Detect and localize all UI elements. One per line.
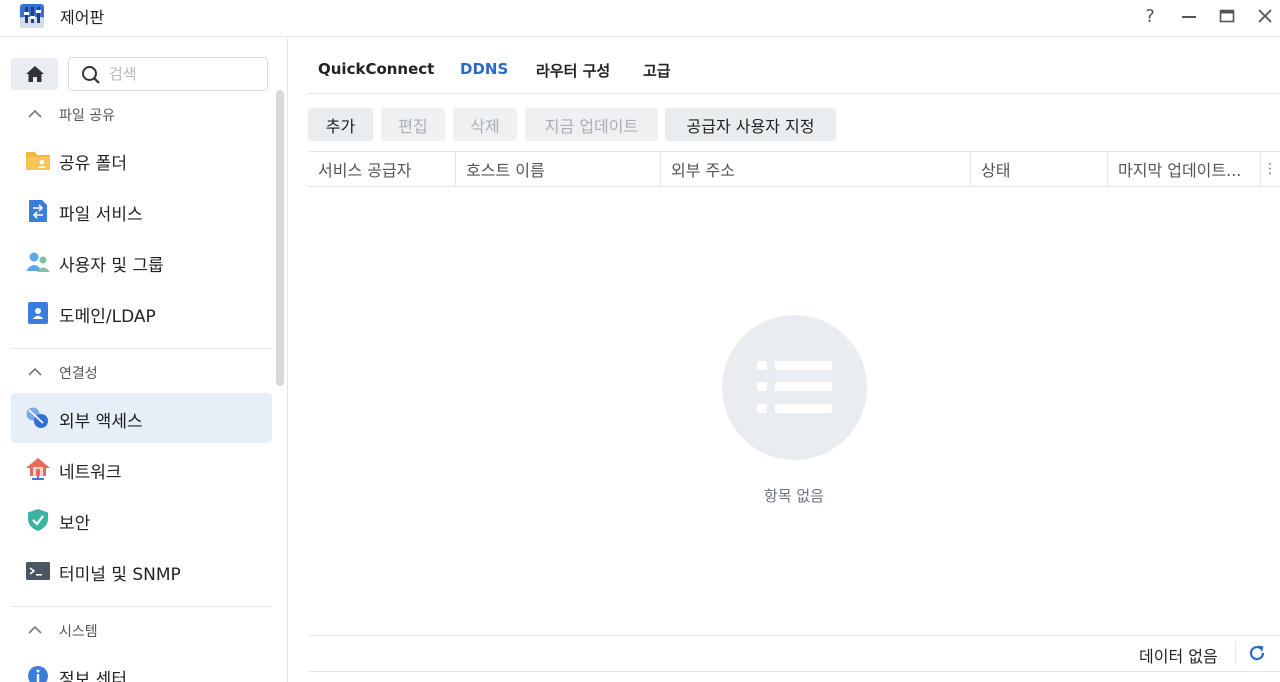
sidebar-item-users-groups[interactable]: 사용자 및 그룹 [11, 237, 272, 287]
home-button[interactable] [11, 58, 58, 90]
list-icon [757, 361, 832, 413]
tab-bar: QuickConnect DDNS 라우터 구성 고급 [308, 38, 1280, 94]
column-header-service-provider[interactable]: 서비스 공급자 [308, 152, 456, 186]
folder-share-icon [26, 152, 50, 170]
update-now-button[interactable]: 지금 업데이트 [525, 108, 658, 141]
sidebar-item-security[interactable]: 보안 [11, 495, 272, 545]
sidebar-item-network[interactable]: 네트워크 [11, 444, 272, 494]
chevron-up-icon [28, 107, 48, 123]
table-header: 서비스 공급자 호스트 이름 외부 주소 상태 마지막 업데이트... ⋮ [308, 151, 1280, 187]
column-header-hostname[interactable]: 호스트 이름 [456, 152, 661, 186]
delete-button[interactable]: 삭제 [453, 108, 517, 141]
sidebar-item-label: 도메인/LDAP [59, 307, 156, 327]
column-options-button[interactable]: ⋮ [1260, 152, 1280, 186]
add-button[interactable]: 추가 [308, 108, 373, 141]
column-header-status[interactable]: 상태 [971, 152, 1108, 186]
window-title: 제어판 [60, 8, 105, 27]
tab-advanced[interactable]: 고급 [643, 60, 671, 81]
column-header-external-address[interactable]: 외부 주소 [661, 152, 971, 186]
file-services-icon [29, 200, 47, 222]
info-icon [28, 666, 48, 682]
section-label: 연결성 [59, 366, 98, 382]
section-label: 시스템 [59, 624, 98, 640]
close-button[interactable] [1252, 4, 1278, 28]
edit-button[interactable]: 편집 [381, 108, 445, 141]
minimize-icon [1182, 16, 1196, 18]
footer-divider [308, 635, 1280, 636]
empty-state-text: 항목 없음 [764, 487, 824, 505]
sidebar-item-label: 네트워크 [59, 463, 122, 483]
sidebar-item-shared-folder[interactable]: 공유 폴더 [11, 135, 272, 185]
sidebar-item-label: 터미널 및 SNMP [59, 565, 181, 585]
sidebar-divider [11, 606, 272, 607]
chevron-up-icon [28, 623, 48, 639]
search-input[interactable] [109, 63, 259, 85]
search-icon [82, 66, 100, 84]
section-label: 파일 공유 [59, 108, 115, 124]
section-header-system[interactable]: 시스템 [28, 619, 98, 643]
empty-state-illustration [722, 315, 867, 460]
external-access-icon [26, 407, 48, 428]
help-button[interactable]: ? [1137, 4, 1163, 28]
home-icon [25, 66, 44, 82]
sidebar-item-label: 외부 액세스 [59, 412, 143, 432]
security-shield-icon [28, 509, 48, 531]
sidebar-scrollbar[interactable] [276, 90, 284, 386]
title-bar: 제어판 ? [0, 0, 1280, 37]
footer-bottom-divider [308, 671, 1280, 672]
sidebar-item-label: 정보 센터 [59, 670, 127, 682]
tab-quickconnect[interactable]: QuickConnect [318, 60, 434, 78]
sidebar-item-label: 보안 [59, 514, 91, 534]
sidebar-item-terminal-snmp[interactable]: 터미널 및 SNMP [11, 546, 272, 596]
refresh-icon[interactable] [1247, 643, 1267, 663]
sidebar-item-label: 사용자 및 그룹 [59, 256, 164, 276]
maximize-button[interactable] [1214, 4, 1240, 28]
search-box[interactable] [68, 57, 268, 91]
maximize-icon [1219, 9, 1235, 23]
terminal-icon [26, 562, 50, 580]
sidebar-item-label: 파일 서비스 [59, 205, 143, 225]
tab-router-config[interactable]: 라우터 구성 [536, 60, 610, 81]
sidebar-item-domain-ldap[interactable]: 도메인/LDAP [11, 288, 272, 338]
section-header-connectivity[interactable]: 연결성 [28, 361, 98, 385]
main-panel: QuickConnect DDNS 라우터 구성 고급 추가 편집 삭제 지금 … [289, 38, 1280, 682]
sidebar-item-external-access[interactable]: 외부 액세스 [11, 393, 272, 443]
network-icon [26, 458, 50, 480]
control-panel-app-icon [20, 4, 44, 28]
sidebar-item-label: 공유 폴더 [59, 154, 127, 174]
sidebar-item-info-center[interactable]: 정보 센터 [11, 651, 272, 682]
section-header-file-sharing[interactable]: 파일 공유 [28, 103, 115, 127]
domain-ldap-icon [28, 302, 48, 324]
column-header-last-update[interactable]: 마지막 업데이트... [1108, 152, 1261, 186]
sidebar-item-file-services[interactable]: 파일 서비스 [11, 186, 272, 236]
footer-separator [1235, 642, 1236, 664]
tab-ddns[interactable]: DDNS [460, 60, 508, 78]
sidebar: 파일 공유 공유 폴더 파일 서비스 사용자 및 그룹 [0, 38, 288, 682]
sidebar-divider [11, 348, 272, 349]
users-icon [26, 252, 50, 272]
minimize-button[interactable] [1176, 4, 1202, 28]
custom-provider-button[interactable]: 공급자 사용자 지정 [665, 108, 836, 141]
chevron-up-icon [28, 365, 48, 381]
close-icon [1258, 9, 1272, 23]
footer-status-text: 데이터 없음 [1139, 647, 1218, 666]
